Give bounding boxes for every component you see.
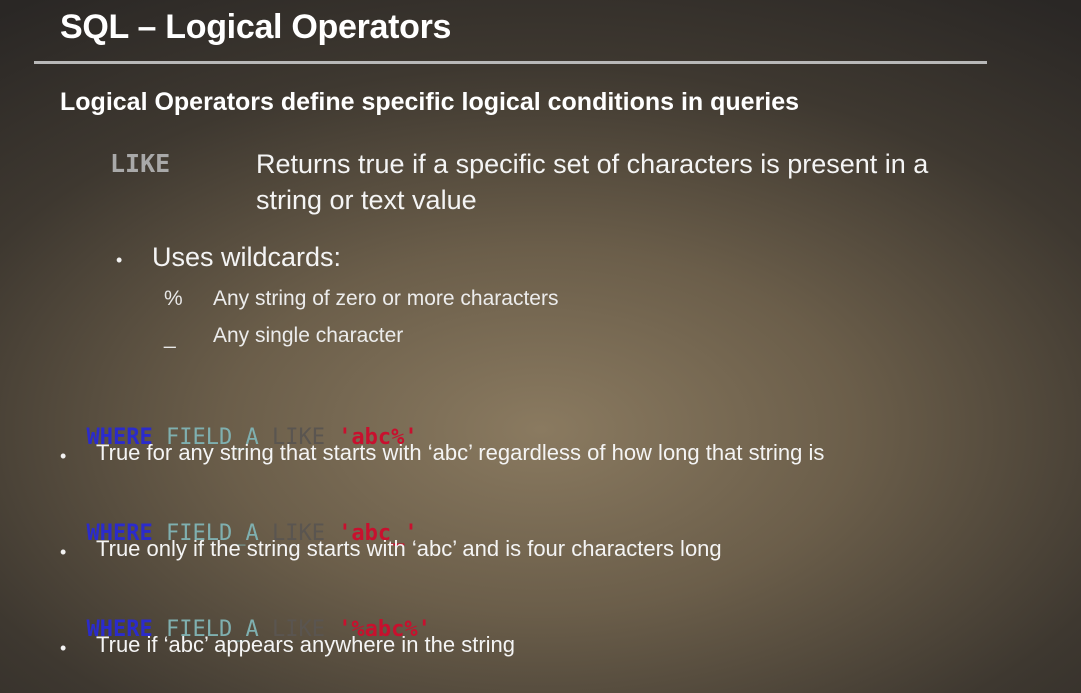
bullet-icon: •: [60, 542, 67, 562]
bullet-icon: •: [60, 446, 67, 466]
wildcard-description: Any single character: [213, 324, 404, 347]
example-explanation: True for any string that starts with ‘ab…: [96, 440, 825, 465]
slide-subtitle: Logical Operators define specific logica…: [60, 88, 800, 116]
wildcard-symbol: _: [164, 326, 176, 349]
bullet-icon: •: [116, 250, 123, 270]
wildcard-description: Any string of zero or more characters: [213, 287, 559, 310]
example-explanation: True only if the string starts with ‘abc…: [96, 536, 722, 561]
operator-keyword: LIKE: [110, 149, 171, 178]
example-explanation: True if ‘abc’ appears anywhere in the st…: [96, 632, 516, 657]
slide-title: SQL – Logical Operators: [60, 8, 452, 46]
title-divider: [34, 61, 987, 64]
bullet-icon: •: [60, 638, 67, 658]
operator-definition: Returns true if a specific set of charac…: [256, 149, 929, 215]
wildcards-label: Uses wildcards:: [152, 242, 342, 272]
wildcard-symbol: %: [164, 287, 183, 310]
